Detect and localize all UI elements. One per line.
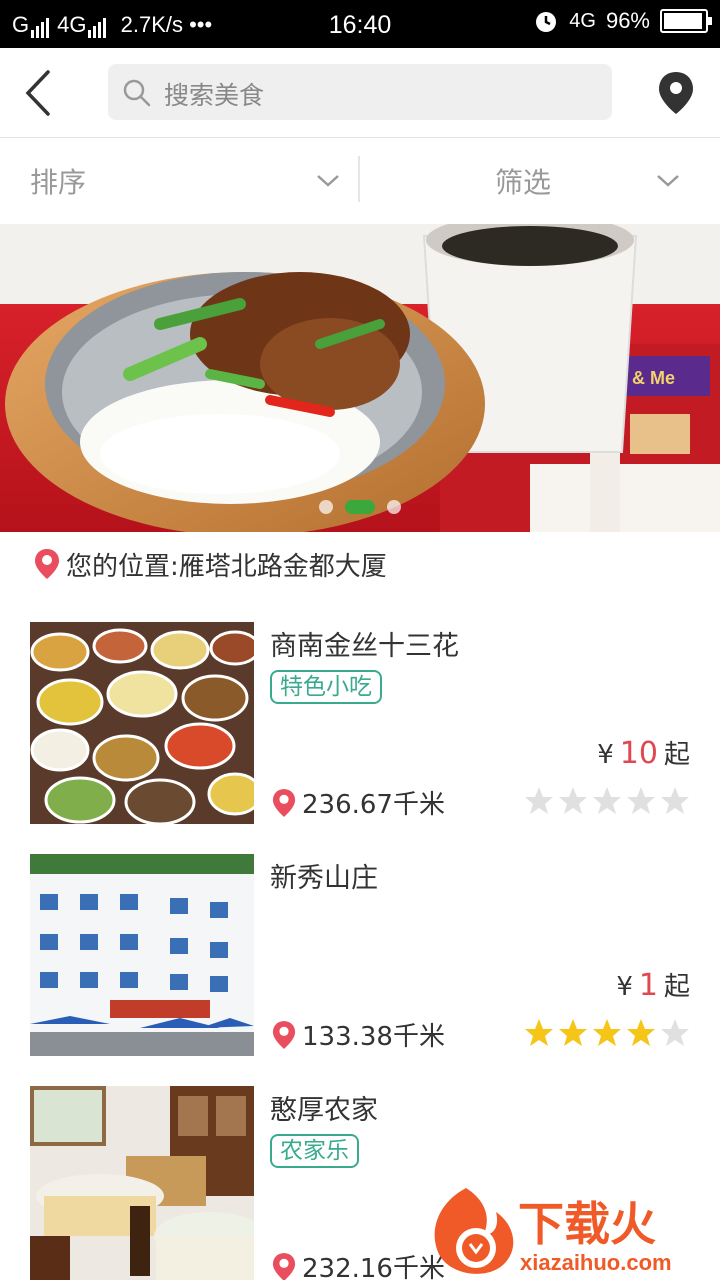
search-placeholder: 搜索美食 <box>164 81 265 110</box>
star-icon <box>593 787 621 814</box>
search-input[interactable]: 搜索美食 <box>108 64 612 120</box>
banner-pagination <box>0 496 720 515</box>
location-pin-icon <box>272 788 296 817</box>
location-pin-icon <box>272 1020 296 1049</box>
price-value: 1 <box>638 968 658 1003</box>
watermark-title: 下载火 <box>518 1197 656 1251</box>
banner-sign-text: & Me <box>632 368 675 388</box>
star-icon <box>593 1019 621 1046</box>
star-icon <box>661 787 689 814</box>
sort-label: 排序 <box>30 166 87 199</box>
star-icon <box>627 1019 655 1046</box>
price-currency: ¥ <box>616 972 633 1002</box>
price-suffix: 起 <box>663 740 690 770</box>
location-pin-icon <box>35 549 59 579</box>
banner-dot[interactable] <box>345 499 375 514</box>
battery-fill <box>664 13 703 29</box>
flame-logo-icon: 下载火 xiazaihuo.com <box>434 1188 672 1275</box>
location-pin-icon <box>272 1252 296 1280</box>
chevron-down-icon <box>317 175 339 187</box>
battery-icon <box>660 9 712 33</box>
restaurant-item[interactable]: 商南金丝十三花 特色小吃 ¥10 起 236.67千米 <box>0 622 720 854</box>
price-currency: ¥ <box>597 740 614 770</box>
nav-bar: 搜索美食 <box>0 48 720 138</box>
chevron-left-icon <box>25 70 50 116</box>
chevron-down-icon <box>657 175 679 187</box>
banner-food-image: & Me <box>0 224 720 532</box>
star-icon <box>559 1019 587 1046</box>
restaurant-distance: 232.16千米 <box>272 1248 445 1280</box>
location-text: 您的位置:雁塔北路金都大厦 <box>66 551 387 582</box>
distance-text: 236.67千米 <box>302 790 445 820</box>
star-icon <box>525 1019 553 1046</box>
restaurant-distance: 133.38千米 <box>272 1016 445 1053</box>
restaurant-name: 憨厚农家 <box>270 1095 378 1126</box>
network-right-label: 4G <box>569 9 596 32</box>
promo-banner[interactable]: & Me <box>0 224 720 532</box>
map-location-button[interactable] <box>656 70 696 116</box>
distance-text: 232.16千米 <box>302 1254 445 1280</box>
filter-bar: 排序 筛选 <box>0 138 720 224</box>
restaurant-tag: 特色小吃 <box>270 670 382 704</box>
search-icon <box>123 79 151 107</box>
sort-dropdown[interactable]: 排序 <box>30 138 340 224</box>
filter-dropdown[interactable]: 筛选 <box>360 138 700 224</box>
price-value: 10 <box>619 736 658 771</box>
restaurant-name: 商南金丝十三花 <box>270 631 459 662</box>
star-icon <box>559 787 587 814</box>
restaurant-thumbnail <box>30 1086 254 1280</box>
banner-dot[interactable] <box>387 499 401 514</box>
distance-text: 133.38千米 <box>302 1022 445 1052</box>
price-suffix: 起 <box>663 972 690 1002</box>
watermark-logo: 下载火 xiazaihuo.com <box>426 1184 720 1280</box>
status-right: 4G 96% <box>533 8 712 34</box>
restaurant-distance: 236.67千米 <box>272 784 445 821</box>
restaurant-item[interactable]: 新秀山庄 ¥1 起 133.38千米 <box>0 854 720 1086</box>
banner-dot[interactable] <box>319 499 333 514</box>
filter-label: 筛选 <box>494 166 551 199</box>
status-bar: G 4G 2.7K/s ••• 16:40 4G 96% <box>0 0 720 48</box>
dining-room-image <box>30 1086 254 1280</box>
restaurant-thumbnail <box>30 854 254 1056</box>
restaurant-price: ¥1 起 <box>616 966 690 1003</box>
battery-percent: 96% <box>605 8 650 33</box>
restaurant-tag: 农家乐 <box>270 1134 359 1168</box>
current-location[interactable]: 您的位置:雁塔北路金都大厦 <box>34 544 387 584</box>
rating-stars <box>524 1018 690 1048</box>
watermark-url: xiazaihuo.com <box>520 1250 672 1275</box>
rating-stars <box>524 786 690 816</box>
restaurant-price: ¥10 起 <box>597 734 690 771</box>
star-icon <box>661 1019 689 1046</box>
star-icon <box>525 787 553 814</box>
restaurant-thumbnail <box>30 622 254 824</box>
restaurant-name: 新秀山庄 <box>270 863 378 894</box>
map-pin-icon <box>659 72 693 114</box>
back-button[interactable] <box>20 68 60 118</box>
star-icon <box>627 787 655 814</box>
food-dishes-image <box>30 622 254 824</box>
building-image <box>30 854 254 1056</box>
alarm-icon <box>536 12 557 32</box>
